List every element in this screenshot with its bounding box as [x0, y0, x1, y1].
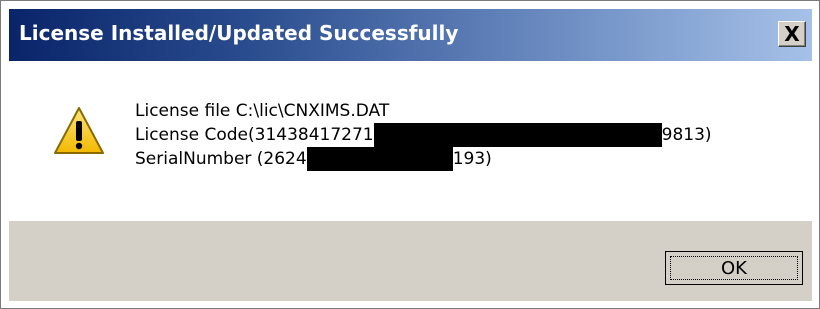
dialog-window: License Installed/Updated Successfully X… [0, 0, 820, 309]
license-code-suffix: 9813) [661, 125, 712, 145]
window-title: License Installed/Updated Successfully [19, 21, 459, 45]
serial-number-suffix: 193) [452, 149, 492, 169]
warning-icon [54, 107, 104, 154]
serial-number-prefix: SerialNumber (2624 [135, 149, 307, 169]
license-code-prefix: License Code(31438417271 [135, 125, 374, 145]
focus-rectangle: OK [670, 256, 798, 280]
ok-button[interactable]: OK [665, 251, 803, 285]
license-code-line: License Code(31438417271 9813) [135, 123, 712, 147]
message-text: License file C:\lic\CNXIMS.DAT License C… [135, 99, 712, 171]
redaction-block [306, 147, 453, 171]
dialog-content: License file C:\lic\CNXIMS.DAT License C… [9, 61, 812, 221]
close-icon: X [784, 22, 800, 46]
button-bar: OK [9, 221, 812, 301]
ok-button-label: OK [721, 257, 747, 279]
redaction-block [373, 123, 662, 147]
title-bar[interactable]: License Installed/Updated Successfully X [9, 9, 812, 61]
serial-number-line: SerialNumber (2624 193) [135, 147, 712, 171]
close-button[interactable]: X [778, 21, 806, 47]
license-file-line: License file C:\lic\CNXIMS.DAT [135, 101, 390, 121]
